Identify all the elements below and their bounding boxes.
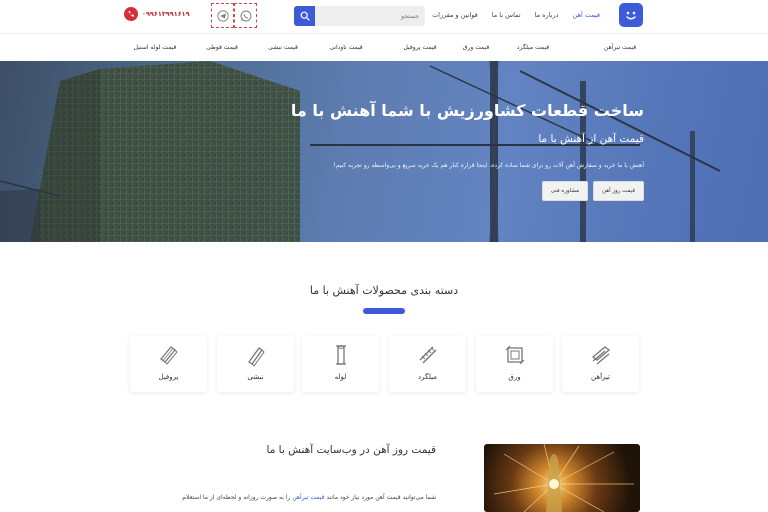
price-section-title: قیمت روز آهن در وب‌سایت آهنش با ما (266, 444, 436, 456)
product-label: ورق (508, 373, 521, 381)
whatsapp-button[interactable] (234, 3, 257, 28)
products-section-title: دسته بندی محصولات آهنش با ما (309, 284, 459, 297)
product-card-pipe[interactable]: لوله (302, 336, 379, 392)
product-cards: تیرآهن ورق میلگرد لوله نبشی پروفیل (130, 336, 639, 392)
product-label: میلگرد (417, 373, 438, 381)
sheet-icon (505, 345, 524, 365)
hero-description: آهنش با ما خرید و سفارش آهن آلات رو برای… (333, 162, 644, 169)
product-label: نبشی (247, 373, 264, 381)
menu-item-angle-price[interactable]: قیمت نبشی (268, 44, 298, 51)
logo-icon[interactable] (619, 3, 643, 27)
nav-item-about[interactable]: درباره ما (535, 11, 559, 19)
product-label: پروفیل (158, 373, 179, 381)
profile-icon (159, 346, 178, 365)
nav-item-rules[interactable]: قوانین و مقررات (432, 11, 478, 19)
menu-item-sheet-price[interactable]: قیمت ورق (463, 44, 489, 51)
search-button[interactable] (294, 6, 315, 26)
search-box (294, 6, 425, 26)
search-icon (300, 11, 310, 21)
product-card-ibeam[interactable]: تیرآهن (562, 336, 639, 392)
phone-icon (124, 7, 138, 21)
whatsapp-icon (240, 10, 251, 21)
ibeam-price-link[interactable]: قیمت تیرآهن (292, 494, 324, 501)
price-text-after: را به صورت روزانه و لحظه‌ای از ما استعلا… (182, 494, 293, 501)
menu-item-channel-price[interactable]: قیمت ناودانی (329, 44, 362, 51)
nav-item-contact[interactable]: تماس با ما (492, 11, 521, 19)
menu-item-ibeam-price[interactable]: قیمت تیرآهن (604, 44, 636, 51)
price-text-before: شما می‌توانید قیمت آهن مورد نیاز خود مان… (324, 494, 436, 501)
rebar-icon (419, 346, 436, 364)
category-menu: قیمت تیرآهن قیمت میلگرد قیمت ورق قیمت پر… (0, 33, 768, 61)
search-input[interactable] (315, 6, 425, 26)
menu-item-box-price[interactable]: قیمت قوطی (206, 44, 238, 51)
technical-consult-button[interactable]: مشاوره فنی (541, 181, 589, 201)
hero-subtitle: قیمت آهن از آهنش با ما (538, 133, 644, 145)
phone-number[interactable]: ۰۹۹۶۱۳۹۹۱۶۱۹ (142, 10, 190, 18)
menu-item-steel-pipe-price[interactable]: قیمت لوله استیل (134, 44, 177, 51)
product-card-profile[interactable]: پروفیل (130, 336, 207, 392)
product-card-sheet[interactable]: ورق (476, 336, 553, 392)
top-header: قیمت آهن درباره ما تماس با ما قوانین و م… (0, 0, 768, 33)
menu-item-profile-price[interactable]: قیمت پروفیل (403, 44, 436, 51)
menu-item-rebar-price[interactable]: قیمت میلگرد (517, 44, 549, 51)
angle-icon (247, 347, 265, 367)
title-underline (363, 308, 405, 314)
product-card-rebar[interactable]: میلگرد (389, 336, 466, 392)
phone-contact[interactable]: ۰۹۹۶۱۳۹۹۱۶۱۹ (124, 7, 190, 21)
construction-illustration (0, 61, 721, 242)
welding-sparks-image (484, 444, 640, 512)
pipe-icon (335, 345, 346, 365)
product-label: لوله (334, 373, 347, 381)
nav-item-iron-price[interactable]: قیمت آهن (573, 11, 600, 19)
telegram-icon (216, 9, 229, 22)
hero-buttons: قیمت روز آهن مشاوره فنی (541, 181, 644, 201)
hero-title: ساخت قطعات کشاورزیش با شما آهنش با ما (290, 101, 644, 120)
product-label: تیرآهن (591, 373, 610, 381)
ibeam-icon (591, 346, 610, 365)
hero-banner: ساخت قطعات کشاورزیش با شما آهنش با ما قی… (0, 61, 768, 242)
main-nav: قیمت آهن درباره ما تماس با ما قوانین و م… (432, 11, 600, 19)
daily-price-button[interactable]: قیمت روز آهن (593, 181, 644, 201)
price-section-text: شما می‌توانید قیمت آهن مورد نیاز خود مان… (182, 494, 436, 501)
social-links (211, 3, 257, 28)
product-card-angle[interactable]: نبشی (217, 336, 294, 392)
telegram-button[interactable] (211, 3, 234, 28)
